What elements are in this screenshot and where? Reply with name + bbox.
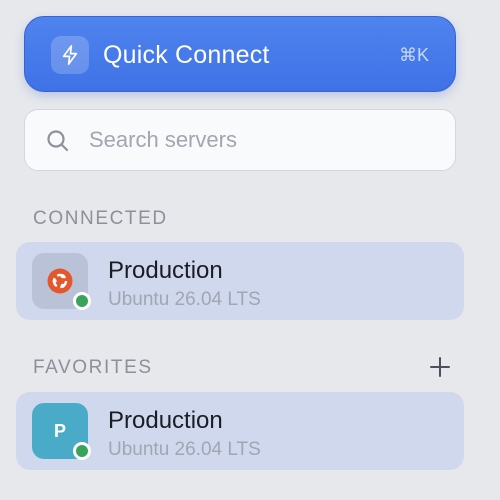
server-name: Production — [108, 257, 223, 284]
server-os: Ubuntu 26.04 LTS — [108, 439, 261, 460]
section-title-favorites: FAVORITES — [33, 357, 153, 378]
server-name: Production — [108, 407, 223, 434]
lightning-bolt-icon — [51, 36, 89, 74]
add-favorite-button[interactable] — [426, 355, 454, 383]
server-initial: P — [53, 420, 66, 441]
keyboard-shortcut-hint: ⌘K — [398, 45, 429, 65]
server-os: Ubuntu 26.04 LTS — [108, 289, 261, 310]
status-online-indicator — [73, 292, 91, 310]
server-row-connected-production[interactable]: Production Ubuntu 26.04 LTS — [16, 242, 464, 320]
quick-connect-button[interactable]: Quick Connect ⌘K — [24, 16, 456, 92]
quick-connect-label: Quick Connect — [103, 41, 270, 69]
section-title-connected: CONNECTED — [33, 208, 168, 229]
status-online-indicator — [73, 442, 91, 460]
search-icon — [45, 128, 71, 154]
search-box[interactable] — [24, 109, 456, 171]
plus-icon — [429, 356, 451, 383]
search-input[interactable] — [89, 122, 429, 158]
server-row-favorite-production[interactable]: P Production Ubuntu 26.04 LTS — [16, 392, 464, 470]
